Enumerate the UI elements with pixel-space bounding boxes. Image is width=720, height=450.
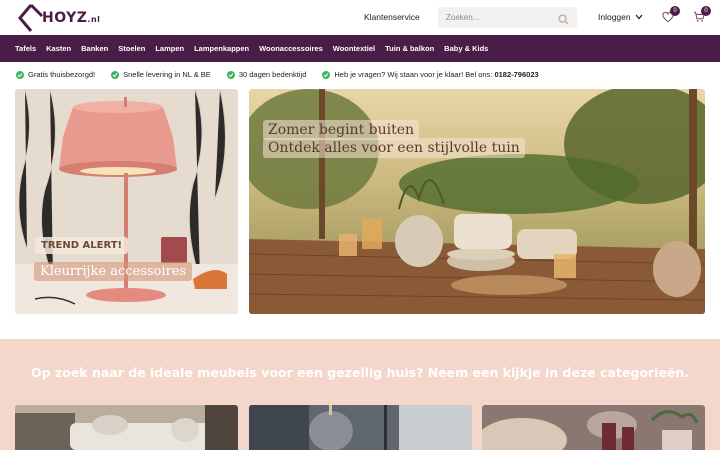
chevron-down-icon [635,14,643,20]
logo-text: HOYZ.nl [42,10,101,26]
nav-item-woonaccessoires[interactable]: Woonaccessoires [259,44,323,53]
search-icon[interactable] [558,12,569,30]
category-card[interactable] [249,405,472,450]
nav-item-tuin-balkon[interactable]: Tuin & balkon [385,44,434,53]
cart-button[interactable]: 0 [693,6,711,28]
usp-bar: Gratis thuisbezorgd! Snelle levering in … [16,70,539,79]
nav-item-baby-kids[interactable]: Baby & Kids [444,44,488,53]
search-input[interactable] [438,7,548,28]
nav-item-lampenkappen[interactable]: Lampenkappen [194,44,249,53]
cart-count-badge: 0 [701,6,711,16]
site-header: HOYZ.nl Klantenservice Inloggen 0 0 [0,0,720,35]
usp-label: Gratis thuisbezorgd! [28,70,96,79]
usp-contact-text: Heb je vragen? Wij staan voor je klaar! … [334,70,539,79]
banner-accessories-caption: Kleurrijke accessoires [34,262,193,281]
wishlist-count-badge: 0 [670,6,680,16]
usp-item: 30 dagen bedenktijd [226,70,307,79]
check-icon [226,70,235,79]
logo[interactable]: HOYZ.nl [18,3,100,33]
usp-label: 30 dagen bedenktijd [238,70,307,79]
category-card[interactable] [482,405,705,450]
nav-item-tafels[interactable]: Tafels [15,44,36,53]
category-card-image [482,405,705,450]
nav-item-stoelen[interactable]: Stoelen [118,44,145,53]
category-card-image [249,405,472,450]
usp-item: Snelle levering in NL & BE [111,70,211,79]
login-label: Inloggen [598,12,631,22]
customer-service-link[interactable]: Klantenservice [364,12,420,22]
banner-garden-line2: Ontdek alles voor een stijlvolle tuin [263,138,525,158]
nav-item-banken[interactable]: Banken [81,44,108,53]
contact-phone[interactable]: 0182-796023 [494,70,538,79]
nav-item-woontextiel[interactable]: Woontextiel [333,44,375,53]
banner-garden[interactable]: Zomer begint buiten Ontdek alles voor ee… [249,89,705,314]
check-icon [16,70,24,79]
usp-contact: Heb je vragen? Wij staan voor je klaar! … [322,70,539,79]
nav-item-kasten[interactable]: Kasten [46,44,71,53]
main-navigation: Tafels Kasten Banken Stoelen Lampen Lamp… [0,35,720,62]
usp-item: Gratis thuisbezorgd! [16,70,95,79]
banner-garden-line1: Zomer begint buiten [263,120,420,140]
category-card[interactable] [15,405,238,450]
check-icon [322,70,331,79]
check-icon [111,70,120,79]
search-box [438,7,577,28]
login-menu[interactable]: Inloggen [598,12,643,22]
nav-item-lampen[interactable]: Lampen [155,44,184,53]
category-card-image [15,405,238,450]
trend-alert-badge: TREND ALERT! [35,237,129,254]
banner-accessories[interactable]: TREND ALERT! Kleurrijke accessoires [15,89,238,314]
wishlist-button[interactable]: 0 [662,6,680,28]
categories-title: Op zoek naar de ideale meubels voor een … [31,365,689,380]
usp-label: Snelle levering in NL & BE [123,70,211,79]
